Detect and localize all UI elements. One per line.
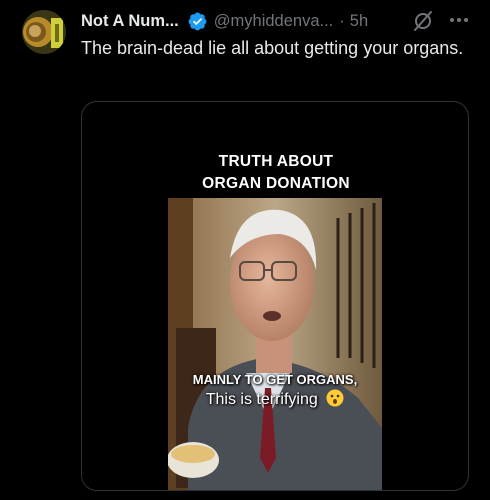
video-title-line-2: ORGAN DONATION bbox=[202, 175, 350, 192]
video-frame-image bbox=[168, 198, 382, 490]
video-caption-line-1: MAINLY TO GET ORGANS, bbox=[192, 372, 358, 387]
tweet-text: The brain-dead lie all about getting you… bbox=[81, 38, 464, 58]
video-caption-text: This is terrifying bbox=[205, 391, 318, 408]
grok-icon[interactable] bbox=[412, 10, 434, 32]
avatar[interactable] bbox=[22, 10, 66, 54]
separator-dot: · bbox=[339, 11, 345, 30]
video-title-line-1: TRUTH ABOUT bbox=[218, 153, 334, 170]
astonished-face-icon bbox=[326, 389, 344, 407]
lion-avatar-icon bbox=[22, 10, 66, 54]
video-caption-line-2: This is terrifying bbox=[168, 389, 382, 409]
author-name[interactable]: Not A Num... bbox=[81, 12, 179, 31]
verified-badge-icon bbox=[187, 11, 208, 32]
author-handle[interactable]: @myhiddenva... bbox=[214, 12, 333, 31]
timestamp[interactable]: 5h bbox=[350, 12, 368, 31]
video-frame[interactable]: MAINLY TO GET ORGANS, This is terrifying bbox=[168, 198, 382, 490]
tweet-header: Not A Num... @myhiddenva... · 5h bbox=[81, 10, 368, 32]
more-icon[interactable] bbox=[447, 9, 471, 31]
